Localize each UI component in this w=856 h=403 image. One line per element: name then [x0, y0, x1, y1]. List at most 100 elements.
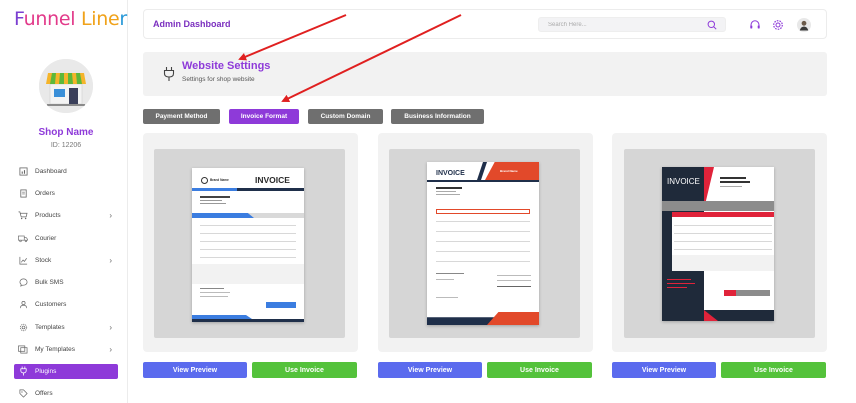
header-stripe: [477, 162, 487, 180]
invoice-to-text: [720, 177, 746, 179]
invoice-to-detail: [720, 186, 742, 187]
table-row: [674, 241, 772, 242]
invoice-template-card: INVOICE Brand Name: [378, 133, 593, 352]
chevron-right-icon: ›: [109, 255, 112, 265]
invoice-heading: INVOICE: [667, 177, 700, 186]
sidebar-nav: Dashboard Orders Products › Courier Stoc…: [14, 160, 118, 403]
footer-bar: [662, 310, 774, 321]
sidebar-item-customers[interactable]: Customers: [14, 294, 118, 316]
bill-to-text: [200, 196, 230, 198]
sidebar-item-label: My Templates: [35, 346, 75, 354]
table-row: [200, 241, 296, 242]
tab-business-information[interactable]: Business Information: [391, 109, 484, 124]
templates-icon: [18, 345, 28, 355]
sidebar-item-label: Plugins: [35, 367, 57, 375]
sidebar-item-label: Customers: [35, 301, 67, 309]
sidebar-item-label: Templates: [35, 323, 65, 331]
sidebar-item-offers[interactable]: Offers: [14, 383, 118, 403]
truck-icon: [18, 233, 28, 243]
sidebar-item-stock[interactable]: Stock ›: [14, 249, 118, 271]
invoice-to-name: [720, 181, 750, 183]
subtotal: [497, 275, 531, 276]
shop-name: Shop Name: [38, 127, 94, 138]
sidebar-item-label: Bulk SMS: [35, 279, 64, 287]
invoice-to-text: [436, 187, 462, 189]
use-invoice-button[interactable]: Use Invoice: [487, 362, 592, 378]
use-invoice-button[interactable]: Use Invoice: [721, 362, 826, 378]
view-preview-button[interactable]: View Preview: [612, 362, 716, 378]
dashboard-icon: [18, 166, 28, 176]
invoice-preview-image: INVOICE Brand Name: [389, 149, 580, 338]
sidebar-item-products[interactable]: Products ›: [14, 205, 118, 227]
tab-payment-method[interactable]: Payment Method: [143, 109, 220, 124]
total-label-box: [724, 290, 736, 296]
sidebar-item-templates[interactable]: Templates ›: [14, 316, 118, 338]
payment-info: [667, 287, 687, 288]
chevron-right-icon: ›: [109, 322, 112, 332]
tab-invoice-format[interactable]: Invoice Format: [229, 109, 299, 124]
top-header: Admin Dashboard: [143, 9, 827, 39]
sidebar: Funnel Liner Shop Name ID: 12206 Dashboa…: [0, 0, 128, 403]
search-icon[interactable]: [707, 20, 717, 30]
table-row: [436, 231, 530, 232]
tax: [497, 280, 531, 281]
search-input[interactable]: [538, 17, 726, 32]
cart-icon: [18, 211, 28, 221]
thank-you-text: [436, 273, 464, 274]
grey-band: [662, 201, 774, 211]
table-row: [436, 261, 530, 262]
sidebar-item-courier[interactable]: Courier: [14, 227, 118, 249]
message-icon: [18, 278, 28, 288]
total: [497, 286, 531, 287]
tab-custom-domain[interactable]: Custom Domain: [308, 109, 383, 124]
settings-subtitle: Settings for shop website: [182, 76, 255, 83]
empty-rows: [192, 264, 304, 284]
chevron-right-icon: ›: [109, 345, 112, 355]
bill-to-detail: [200, 200, 222, 201]
payment-info: [667, 279, 691, 280]
table-row: [200, 249, 296, 250]
header-accent: [192, 188, 237, 191]
logo-part-r: r: [119, 8, 127, 30]
sidebar-item-label: Offers: [35, 390, 53, 398]
table-row: [436, 241, 530, 242]
table-row: [674, 233, 772, 234]
sidebar-item-bulk-sms[interactable]: Bulk SMS: [14, 271, 118, 293]
shop-avatar: [39, 59, 93, 113]
sidebar-item-orders[interactable]: Orders: [14, 182, 118, 204]
invoice-preview-image: Brand Name INVOICE: [154, 149, 345, 338]
sidebar-item-dashboard[interactable]: Dashboard: [14, 160, 118, 182]
view-preview-button[interactable]: View Preview: [143, 362, 247, 378]
sidebar-item-label: Dashboard: [35, 167, 67, 175]
sidebar-item-label: Courier: [35, 234, 57, 242]
sidebar-item-label: Products: [35, 212, 61, 220]
logo-part-unnel: unnel: [23, 8, 76, 30]
sidebar-item-plugins[interactable]: Plugins: [14, 363, 118, 379]
payment-info: [667, 283, 695, 284]
chevron-right-icon: ›: [109, 211, 112, 221]
empty-rows: [672, 255, 774, 271]
table-row: [200, 225, 296, 226]
storefront-icon: [39, 59, 93, 113]
invoice-preview-image: INVOICE: [624, 149, 815, 338]
invoice-sheet: INVOICE: [662, 167, 774, 321]
funnelliner-logo[interactable]: Funnel Liner: [14, 8, 127, 38]
view-preview-button[interactable]: View Preview: [378, 362, 482, 378]
settings-gear-icon[interactable]: [772, 19, 784, 31]
sidebar-item-my-templates[interactable]: My Templates ›: [14, 338, 118, 360]
table-row: [436, 251, 530, 252]
chart-icon: [18, 255, 28, 265]
customers-icon: [18, 300, 28, 310]
use-invoice-button[interactable]: Use Invoice: [252, 362, 357, 378]
website-settings-card: Website Settings Settings for shop websi…: [143, 52, 827, 96]
gear-icon: [18, 322, 28, 332]
headset-icon[interactable]: [749, 19, 761, 31]
brand-name: Brand Name: [210, 178, 229, 182]
total-box: [736, 290, 770, 296]
table-row: [200, 257, 296, 258]
settings-title: Website Settings: [182, 60, 271, 72]
table-header-accent: [192, 213, 254, 218]
user-avatar-icon[interactable]: [797, 18, 811, 32]
invoice-to-detail: [436, 191, 456, 192]
plug-icon: [163, 67, 175, 81]
